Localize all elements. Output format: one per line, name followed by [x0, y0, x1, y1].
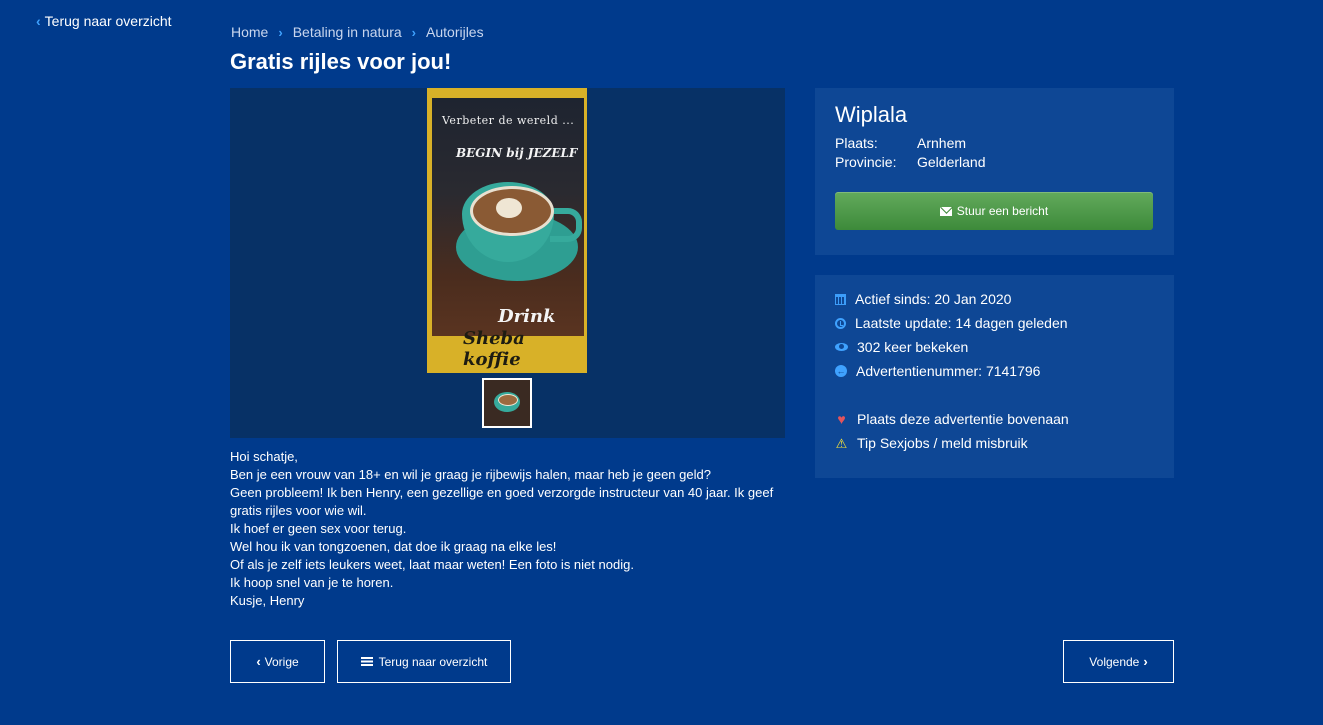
next-label: Volgende: [1089, 654, 1140, 669]
province-value: Gelderland: [917, 154, 986, 170]
photo-text-line1: Verbeter de wereld ...: [442, 114, 575, 127]
next-button[interactable]: Volgende ›: [1063, 640, 1174, 683]
back-to-overview-link[interactable]: ‹ Terug naar overzicht: [36, 13, 172, 29]
calendar-icon: [835, 293, 846, 305]
send-message-button[interactable]: Stuur een bericht: [835, 192, 1153, 230]
photo-gallery: Verbeter de wereld ... BEGIN bij JEZELF …: [230, 88, 785, 438]
breadcrumb-home[interactable]: Home: [231, 24, 268, 40]
cup-handle-shape: [550, 208, 582, 242]
last-update-row: Laatste update: 14 dagen geleden: [835, 315, 1068, 331]
breadcrumb-category[interactable]: Betaling in natura: [293, 24, 402, 40]
ad-detail-page: ‹ Terug naar overzicht Home › Betaling i…: [0, 0, 1323, 725]
main-photo[interactable]: Verbeter de wereld ... BEGIN bij JEZELF …: [427, 88, 587, 373]
description-line: Wel hou ik van tongzoenen, dat doe ik gr…: [230, 539, 557, 554]
breadcrumb: Home › Betaling in natura › Autorijles: [231, 24, 484, 40]
ad-number-text: Advertentienummer: 7141796: [856, 363, 1041, 379]
back-to-overview-label: Terug naar overzicht: [44, 13, 172, 29]
list-icon: [360, 657, 373, 666]
photo-text-line2: BEGIN bij JEZELF: [456, 146, 578, 160]
overview-label: Terug naar overzicht: [378, 654, 488, 669]
breadcrumb-subcategory[interactable]: Autorijles: [426, 24, 484, 40]
advertiser-card: Wiplala Plaats: Arnhem Provincie: Gelder…: [815, 88, 1174, 255]
photo-poster: Verbeter de wereld ... BEGIN bij JEZELF …: [432, 98, 584, 336]
description-line: Geen probleem! Ik ben Henry, een gezelli…: [230, 485, 774, 518]
promote-ad-label: Plaats deze advertentie bovenaan: [857, 411, 1069, 427]
ad-info-card: Actief sinds: 20 Jan 2020 Laatste update…: [815, 275, 1174, 478]
place-label: Plaats:: [835, 135, 878, 151]
province-label: Provincie:: [835, 154, 897, 170]
envelope-icon: [939, 206, 952, 216]
arrow-circle-icon: ←: [835, 365, 847, 377]
province-row: Provincie: Gelderland: [835, 154, 986, 170]
description-line: Ben je een vrouw van 18+ en wil je graag…: [230, 467, 711, 482]
report-abuse-link[interactable]: ⚠ Tip Sexjobs / meld misbruik: [835, 435, 1028, 451]
thumbnail-coffee-shape: [498, 394, 518, 406]
promote-ad-link[interactable]: ♥ Plaats deze advertentie bovenaan: [835, 411, 1069, 427]
page-title: Gratis rijles voor jou!: [230, 49, 452, 74]
previous-label: Vorige: [264, 654, 299, 669]
chevron-left-icon: ‹: [256, 654, 261, 669]
photo-thumbnail[interactable]: [482, 378, 532, 428]
description-line: Kusje, Henry: [230, 593, 305, 608]
description-line: Ik hoop snel van je te horen.: [230, 575, 394, 590]
chevron-left-icon: ‹: [36, 13, 41, 29]
latte-art-shape: [496, 198, 522, 218]
overview-button[interactable]: Terug naar overzicht: [337, 640, 511, 683]
place-value: Arnhem: [917, 135, 967, 151]
active-since-text: Actief sinds: 20 Jan 2020: [855, 291, 1012, 307]
views-text: 302 keer bekeken: [857, 339, 969, 355]
heart-icon: ♥: [837, 411, 846, 427]
photo-text-line4: Sheba koffie: [463, 328, 525, 370]
clock-icon: [835, 317, 846, 329]
send-message-label: Stuur een bericht: [956, 204, 1049, 218]
previous-button[interactable]: ‹ Vorige: [230, 640, 325, 683]
ad-number-row: ← Advertentienummer: 7141796: [835, 363, 1040, 379]
description-line: Of als je zelf iets leukers weet, laat m…: [230, 557, 634, 572]
description-line: Ik hoef er geen sex voor terug.: [230, 521, 407, 536]
chevron-right-icon: ›: [411, 24, 417, 40]
ad-description: Hoi schatje, Ben je een vrouw van 18+ en…: [230, 448, 790, 610]
active-since-row: Actief sinds: 20 Jan 2020: [835, 291, 1011, 307]
chevron-right-icon: ›: [278, 24, 283, 40]
report-abuse-label: Tip Sexjobs / meld misbruik: [857, 435, 1028, 451]
eye-icon: [835, 343, 848, 351]
chevron-right-icon: ›: [1143, 654, 1148, 669]
photo-text-line3: Drink: [498, 306, 556, 327]
place-row: Plaats: Arnhem: [835, 135, 966, 151]
last-update-text: Laatste update: 14 dagen geleden: [855, 315, 1068, 331]
advertiser-name[interactable]: Wiplala: [835, 102, 907, 128]
description-line: Hoi schatje,: [230, 449, 298, 464]
views-row: 302 keer bekeken: [835, 339, 968, 355]
warning-icon: ⚠: [835, 435, 848, 451]
